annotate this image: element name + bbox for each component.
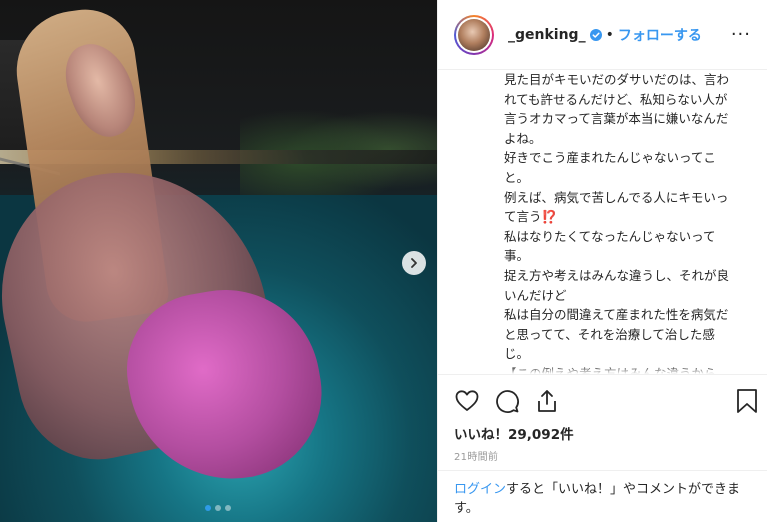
- caption-line: 私はなりたくてなったんじゃないって: [504, 228, 716, 244]
- likes-count[interactable]: いいね！29,092件: [454, 423, 574, 443]
- caption-line: じ。: [504, 346, 530, 362]
- more-options-button[interactable]: ···: [731, 24, 751, 45]
- caption-line: 言うオカマって言葉が本当に嫌いなんだ: [504, 111, 729, 127]
- login-link[interactable]: ログイン: [454, 482, 506, 497]
- avatar-image: [458, 18, 490, 51]
- instagram-post: _genking_ • フォローする ··· 見た目がキモいだのダサいだのは、言…: [0, 0, 767, 522]
- caption-line: 見た目がキモいだのダサいだのは、言わ: [504, 72, 730, 87]
- action-bar: [454, 388, 560, 414]
- caption-scroll-area[interactable]: 見た目がキモいだのダサいだのは、言わ れても許せるんだけど、私知らない人が 言うオカ…: [504, 70, 766, 374]
- caption-line: 事。: [504, 248, 530, 264]
- bookmark-icon: [737, 389, 757, 413]
- comment-icon[interactable]: [494, 388, 520, 414]
- divider: [438, 374, 767, 375]
- carousel-dots: [205, 505, 231, 511]
- save-button[interactable]: [735, 388, 759, 414]
- caption-line: と思ってて、それを治療して治した感: [504, 326, 715, 342]
- header-separator: •: [605, 26, 614, 43]
- post-header: _genking_ • フォローする ···: [438, 0, 767, 70]
- caption-line: いんだけど: [504, 287, 567, 303]
- chevron-right-icon: [411, 258, 417, 268]
- login-prompt: ログインすると「いいね！」やコメントができます。: [454, 480, 754, 518]
- avatar-ring-inner: [456, 16, 492, 53]
- carousel-dot-1: [205, 505, 211, 511]
- post-side-panel: _genking_ • フォローする ··· 見た目がキモいだのダサいだのは、言…: [437, 0, 767, 522]
- caption-line: れても許せるんだけど、私知らない人が: [504, 91, 728, 107]
- caption-line: て言う⁉️: [504, 209, 558, 225]
- heart-icon[interactable]: [454, 388, 480, 414]
- follow-button[interactable]: フォローする: [618, 25, 702, 45]
- caption-line: と。: [504, 169, 530, 185]
- caption-text: 見た目がキモいだのダサいだのは、言わ れても許せるんだけど、私知らない人が 言うオカ…: [504, 70, 766, 374]
- carousel-dot-2: [215, 505, 221, 511]
- username-link[interactable]: _genking_: [508, 27, 586, 43]
- avatar[interactable]: [454, 14, 494, 55]
- caption-line: 私は自分の間違えて産まれた性を病気だ: [504, 307, 729, 323]
- verified-badge-icon: [589, 28, 602, 41]
- carousel-dot-3: [225, 505, 231, 511]
- post-timestamp[interactable]: 21時間前: [454, 448, 498, 463]
- divider: [438, 470, 767, 471]
- post-photo[interactable]: [0, 0, 437, 522]
- share-icon[interactable]: [534, 388, 560, 414]
- caption-line: 例えば、病気で苦しんでる人にキモいっ: [504, 189, 729, 205]
- caption-line: よね。: [504, 130, 542, 146]
- carousel-next-button[interactable]: [402, 251, 426, 275]
- caption-line: 好きでこう産まれたんじゃないってこ: [504, 150, 716, 166]
- caption-line: 捉え方や考えはみんな違うし、それが良: [504, 267, 730, 283]
- caption-fade: [504, 366, 766, 374]
